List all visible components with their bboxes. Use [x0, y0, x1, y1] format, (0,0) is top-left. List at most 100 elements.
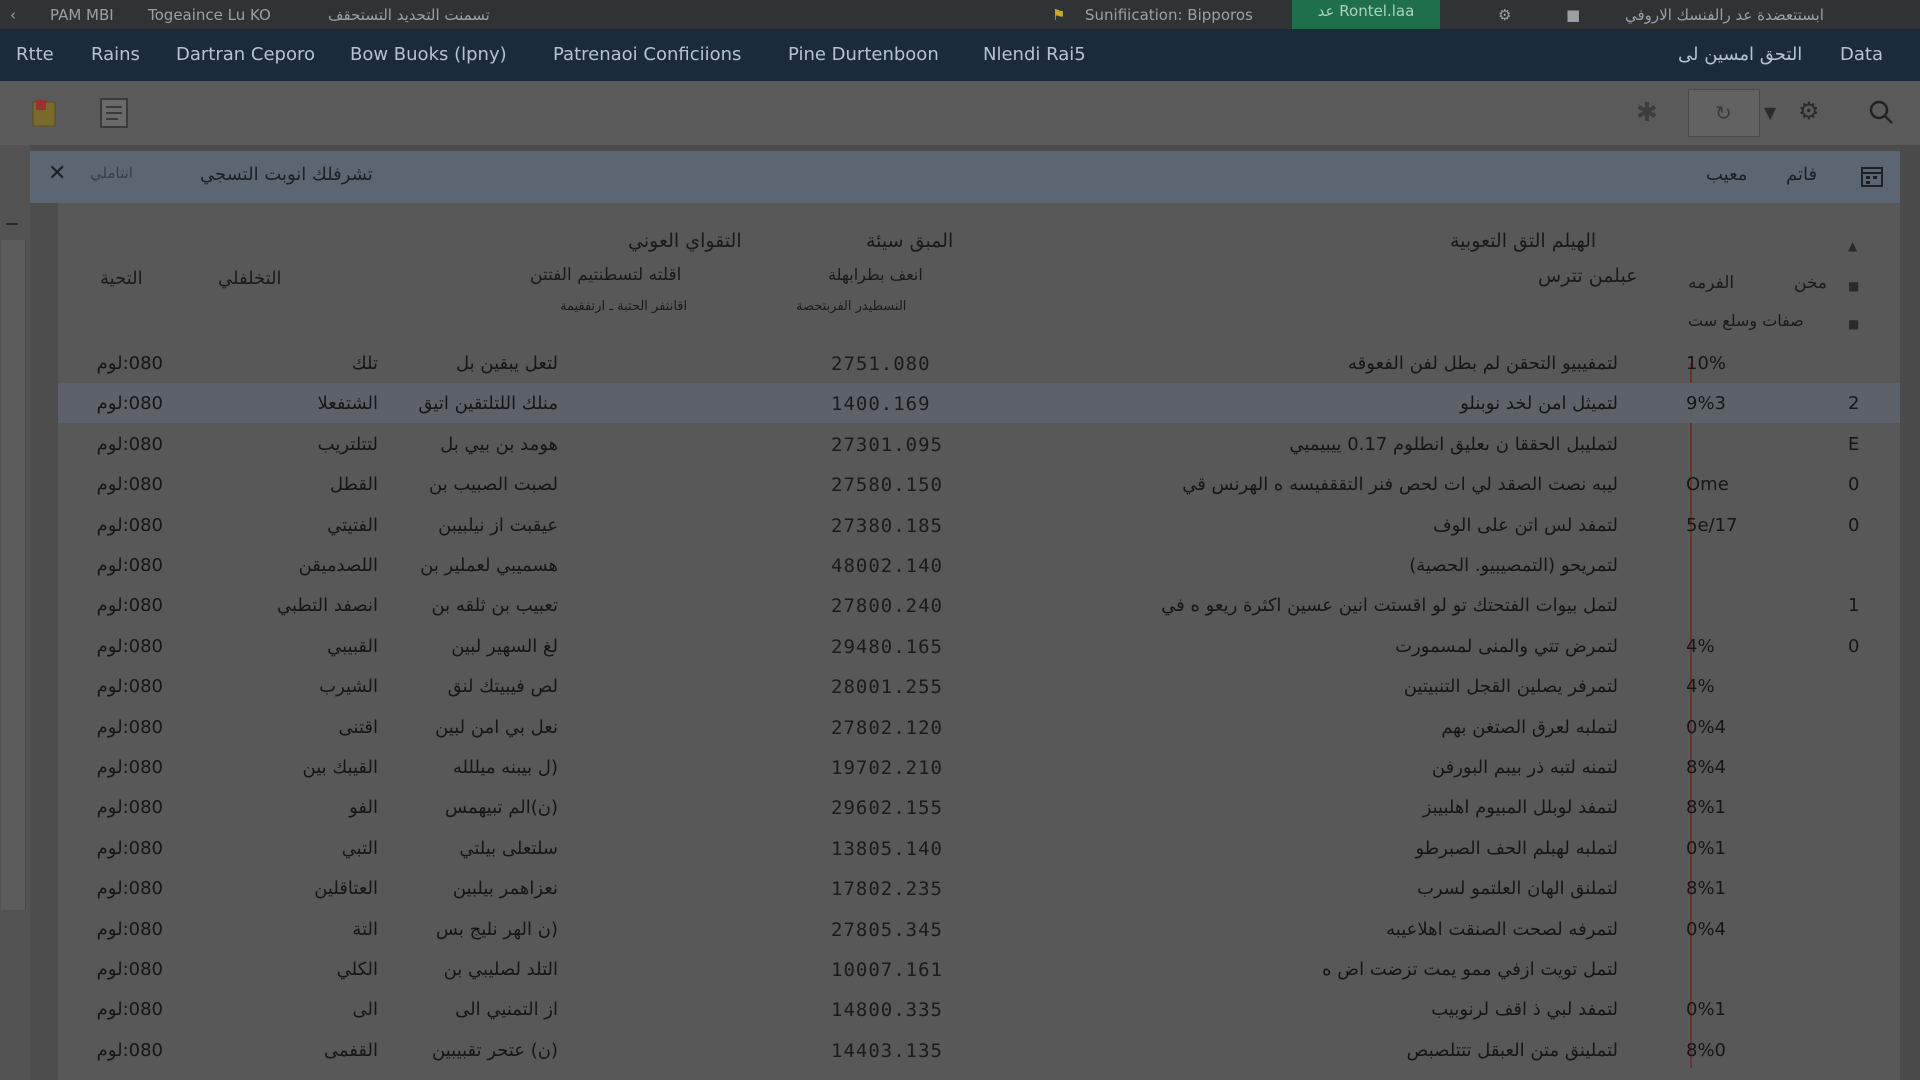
menu-item-1[interactable]: Rtte — [16, 44, 54, 65]
table-row[interactable]: 080:لوم التة (ن الهر نليج بس 27805.345 لتمرف… — [58, 909, 1900, 949]
row-amount: 29480.165 — [831, 635, 943, 658]
row-description: لتمرض تتي والمنى لمسمورت — [1395, 635, 1618, 657]
row-total: 080:لوم — [96, 1039, 163, 1061]
row-description: لتمل بيوات الفتحتك تو لو اقستت انين عسين… — [1161, 595, 1618, 617]
header-title-line1[interactable]: الهيلم التق التعوبية — [1450, 230, 1596, 252]
menu-item-5[interactable]: Patrenaoi Conficiions — [553, 44, 741, 65]
row-amount: 48002.140 — [831, 555, 943, 577]
header-desc-line1[interactable]: التقواي العوني — [628, 230, 742, 252]
row-description: لتمرفه لصحت الصنقت اهلاعيبه — [1386, 918, 1618, 940]
row-amount: 17802.235 — [831, 878, 943, 901]
table-row[interactable]: 080:لوم اقتنى نعل بي امن لبين 27802.120 لتمل… — [58, 707, 1900, 747]
row-code: 9%3 — [1686, 393, 1727, 415]
table-row[interactable]: 080:لوم الشيرب لص فيبيتك لنق 28001.255 لتمرف… — [58, 666, 1900, 706]
row-total: 080:لوم — [96, 918, 163, 940]
table-row[interactable]: 080:لوم الفتيتي عيقبت از نيلبيبن 27380.185 ل… — [58, 505, 1900, 545]
row-total: 080:لوم — [96, 797, 163, 819]
row-description: لتمرفر يصلين القجل التنبيتين — [1403, 676, 1618, 698]
row-person: تعبيب بن ثلقه بن — [431, 595, 558, 617]
table-row[interactable]: 080:لوم القيبك بين (ل بيبنه ميللله 19702.21… — [58, 747, 1900, 787]
row-total: 080:لوم — [96, 837, 163, 859]
header-type[interactable]: مخن — [1794, 273, 1827, 293]
header-desc-line2: اقلته لتسطنتيم الفتتن — [530, 265, 682, 285]
table-row[interactable]: 080:لوم التبي سلتعلى بيلتي 13805.140 لتملبه … — [58, 828, 1900, 868]
table-row[interactable]: 080:لوم القفمى (ن) عتحر تقبيبين 14403.135 لت… — [58, 1030, 1900, 1070]
back-label[interactable]: PAM MBI — [50, 6, 114, 24]
banner-subtitle: انتاملي — [90, 164, 133, 182]
menu-item-3[interactable]: Dartran Ceporo — [176, 44, 315, 65]
chevron-down-icon[interactable]: ▼ — [1764, 103, 1776, 122]
menu-right-item[interactable]: التحق امسين لى — [1678, 44, 1802, 65]
refresh-button[interactable]: ↻ — [1688, 89, 1760, 137]
row-code: 8%1 — [1686, 797, 1727, 819]
row-index: 1 — [1848, 595, 1860, 617]
row-amount: 14800.335 — [831, 999, 943, 1022]
table-row[interactable]: 080:لوم اللصدميقن هسميبي لعملير بن 48002.14… — [58, 545, 1900, 585]
table-row[interactable]: 080:لوم الى از التمنيي الى 14800.335 لتمفد ل… — [58, 989, 1900, 1029]
row-total: 080:لوم — [96, 635, 163, 657]
row-person: لصبت الصبيب بن — [429, 474, 558, 496]
calendar-icon[interactable] — [1860, 164, 1884, 193]
row-person: لغ السهير لبين — [451, 635, 558, 657]
left-scrollbar[interactable] — [1, 240, 26, 910]
shield-icon[interactable]: ■ — [1566, 6, 1580, 24]
row-person: لتعل يبقين بل — [456, 353, 558, 374]
asterisk-icon[interactable]: ✱ — [1636, 98, 1658, 128]
table-row[interactable]: 080:لوم القطل لصبت الصبيب بن 27580.150 ليبه … — [58, 464, 1900, 504]
table-row[interactable]: 080:لوم القبيبي لغ السهير لبين 29480.165 لتم… — [58, 626, 1900, 666]
banner-action-2[interactable]: فاتم — [1786, 164, 1817, 185]
header-total[interactable]: التحية — [100, 268, 143, 289]
row-code: 4% — [1686, 635, 1715, 657]
tab-1[interactable]: Togeaince Lu KO — [148, 6, 271, 24]
menu-item-2[interactable]: Rains — [91, 44, 140, 65]
header-name[interactable]: التخلفلي — [218, 268, 282, 289]
flag-icon: ⚑ — [1052, 6, 1066, 24]
brand-label: Data — [1840, 44, 1883, 65]
row-amount: 27380.185 — [831, 514, 943, 537]
row-description: ليبه نصت الصقد لي ات لحص فنر التققفيسه ه… — [1182, 474, 1618, 496]
back-button[interactable]: ‹ — [10, 6, 16, 24]
table-row[interactable]: 080:لوم تلك لتعل يبقين بل 2751.080 لتمفيبيو … — [58, 343, 1900, 383]
row-amount: 10007.161 — [831, 959, 943, 981]
search-icon[interactable] — [1868, 99, 1894, 129]
sort-icon[interactable]: ■ — [1848, 279, 1859, 293]
row-index: 0 — [1848, 635, 1860, 657]
flag-document-icon[interactable] — [30, 98, 60, 132]
table-row[interactable]: 080:لوم الشتفعلا منلك اللتلتقين اتيق 1400.1… — [58, 383, 1900, 424]
table-row[interactable]: 080:لوم لتتلتريب هومد بن بيي بل 27301.095 لت… — [58, 424, 1900, 464]
menu-item-6[interactable]: Pine Durtenboon — [788, 44, 939, 65]
banner-action-1[interactable]: معيب — [1706, 164, 1747, 185]
row-amount: 2751.080 — [831, 353, 931, 375]
row-description: لتملبه لعرق الصتغن بهم — [1441, 716, 1618, 738]
header-code[interactable]: الفرمه — [1688, 273, 1734, 293]
sort-icon[interactable]: ■ — [1848, 317, 1859, 331]
sort-icon[interactable]: ▲ — [1848, 239, 1857, 253]
table-row[interactable]: 080:لوم العتاقلين نعزاهمر بيلبين 17802.235 ل… — [58, 868, 1900, 908]
row-description: لتملينق متن العبقل تتتلصبص — [1406, 1039, 1618, 1061]
table-row[interactable]: 080:لوم الكلي التلد لصليبي بن 10007.161 لتمل… — [58, 949, 1900, 989]
data-table: التحية التخلفلي التقواي العوني اقلته لتس… — [58, 203, 1900, 1080]
gear-icon[interactable]: ⚙ — [1498, 6, 1511, 24]
left-panel — [0, 145, 30, 1080]
active-button[interactable]: عد Rontel.laa — [1292, 0, 1440, 29]
header-desc-line3: اقانتفر الحتبة ـ ارتفقيمة — [560, 299, 688, 314]
row-code: 0%1 — [1686, 999, 1727, 1021]
settings-icon[interactable]: ⚙ — [1798, 97, 1820, 125]
row-total: 080:لوم — [96, 555, 163, 576]
menu-item-4[interactable]: Bow Buoks (lpny) — [350, 44, 507, 65]
row-person: نعل بي امن لبين — [435, 716, 558, 738]
tab-2[interactable]: تسمنت التحديد التستحقف — [328, 6, 490, 24]
document-icon[interactable] — [98, 97, 132, 133]
info-banner: ✕ انتاملي تشرفلك انوبت التسجي معيب فاتم — [30, 151, 1900, 203]
table-row[interactable]: 080:لوم انصفد التطبي تعبيب بن ثلقه بن 27800… — [58, 585, 1900, 625]
collapse-handle[interactable] — [6, 223, 18, 225]
header-amount-line1[interactable]: المبق سيئة — [866, 230, 953, 252]
refresh-icon: ↻ — [1715, 101, 1732, 125]
close-icon[interactable]: ✕ — [48, 161, 66, 186]
row-description: لتميثل امن لخد نوبنلو — [1460, 393, 1618, 415]
row-total: 080:لوم — [96, 959, 163, 980]
row-person: عيقبت از نيلبيبن — [438, 514, 558, 536]
table-row[interactable]: 080:لوم الفو (ن)الم تبيهمس 29602.155 لتمفد ل… — [58, 787, 1900, 827]
menu-item-7[interactable]: Nlendi Rai5 — [983, 44, 1086, 65]
right-scrollbar[interactable] — [1900, 145, 1920, 1080]
